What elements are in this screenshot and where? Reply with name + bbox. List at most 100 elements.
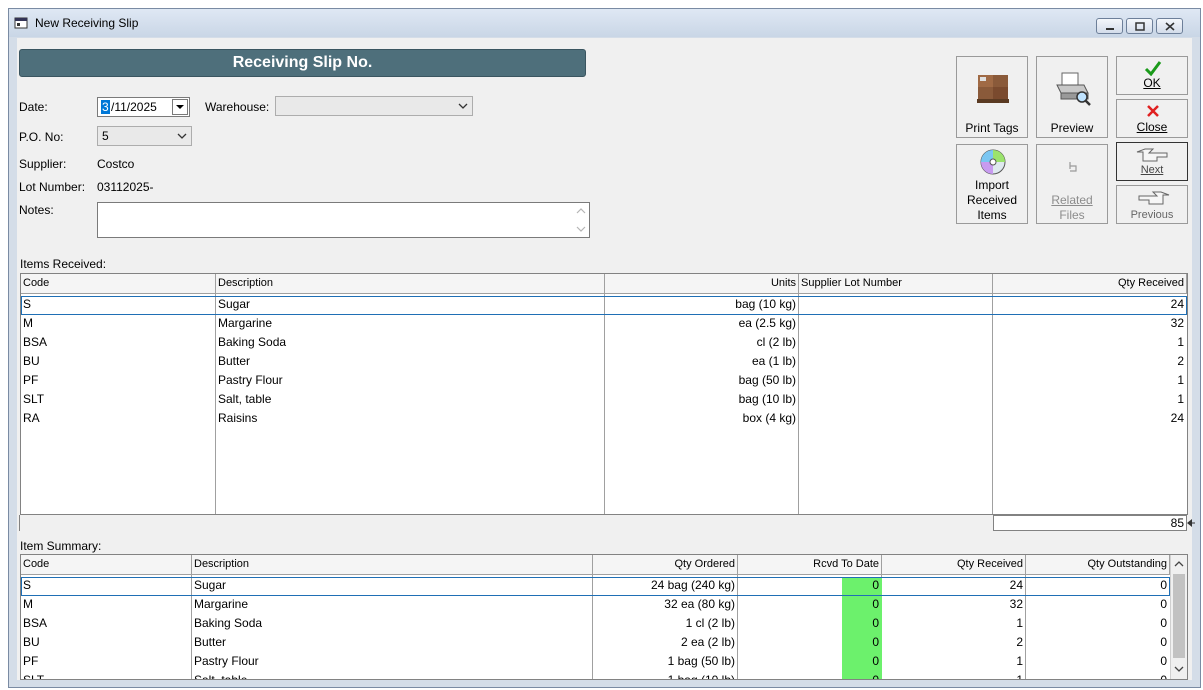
po-select[interactable]: 5 <box>97 126 192 146</box>
maximize-icon <box>1135 22 1145 31</box>
cell-code: S <box>23 297 32 311</box>
column-header-description[interactable]: Description <box>192 555 593 575</box>
cell-rcvd-to-date: 0 <box>872 654 879 668</box>
cell-description: Margarine <box>194 597 249 611</box>
warehouse-select[interactable] <box>275 96 473 116</box>
date-dropdown-button[interactable] <box>172 99 188 115</box>
cell-supplier-lot <box>799 390 992 409</box>
import-label-3: Items <box>977 208 1007 222</box>
cell-qty-ordered: 2 ea (2 lb) <box>680 635 735 649</box>
items-received-label: Items Received: <box>20 257 107 271</box>
item-summary-table[interactable]: Code Description Qty Ordered Rcvd To Dat… <box>20 554 1188 680</box>
cell-qty-received: 1 <box>1016 616 1023 630</box>
column-header-qty-ordered[interactable]: Qty Ordered <box>593 555 738 575</box>
lot-number-value: 03112025- <box>97 180 154 194</box>
cell-units: ea (1 lb) <box>751 354 796 368</box>
chevron-down-icon <box>177 133 187 139</box>
notes-label: Notes: <box>19 203 54 217</box>
print-tags-button[interactable]: Print Tags <box>956 56 1028 138</box>
previous-button[interactable]: Previous <box>1116 185 1188 224</box>
cell-qty-outstanding: 0 <box>1160 597 1167 611</box>
cell-rcvd-to-date: 0 <box>872 578 879 592</box>
cell-qty-outstanding: 0 <box>1160 616 1167 630</box>
column-header-rcvd-to-date[interactable]: Rcvd To Date <box>738 555 882 575</box>
supplier-label: Supplier: <box>19 157 67 171</box>
cell-description: Margarine <box>218 316 273 330</box>
import-label-1: Import <box>974 178 1009 192</box>
cell-qty-ordered: 24 bag (240 kg) <box>650 578 735 592</box>
po-label: P.O. No: <box>19 130 64 144</box>
column-header-supplier-lot[interactable]: Supplier Lot Number <box>799 274 993 294</box>
window-title: New Receiving Slip <box>35 16 139 30</box>
next-button[interactable]: Next <box>1116 142 1188 181</box>
hand-left-icon <box>1138 191 1170 205</box>
print-preview-icon <box>1056 72 1091 106</box>
column-header-qty-received[interactable]: Qty Received <box>882 555 1026 575</box>
cell-qty-received: 2 <box>1016 635 1023 649</box>
date-rest: /11/2025 <box>111 100 157 114</box>
cell-code: BSA <box>23 335 48 349</box>
chevron-down-icon <box>176 105 184 109</box>
date-picker[interactable]: 3 /11/2025 <box>97 97 190 117</box>
column-header-qty-outstanding[interactable]: Qty Outstanding <box>1026 555 1170 575</box>
cell-code: BU <box>23 635 40 649</box>
ok-label: OK <box>1143 76 1161 90</box>
receiving-slip-window: New Receiving Slip Receiving Slip No. Da… <box>8 8 1201 688</box>
warehouse-label: Warehouse: <box>205 100 270 114</box>
cell-supplier-lot <box>799 409 992 428</box>
cell-qty-outstanding: 0 <box>1160 654 1167 668</box>
date-selected-part[interactable]: 3 <box>101 100 110 114</box>
cell-description: Sugar <box>218 297 251 311</box>
cell-description: Salt, table <box>194 673 248 680</box>
chevron-down-icon <box>458 103 468 109</box>
cd-disc-icon <box>980 149 1006 175</box>
cell-code: PF <box>23 654 39 668</box>
cell-qty-received: 1 <box>1177 392 1184 406</box>
import-received-items-button[interactable]: Import Received Items <box>956 144 1028 224</box>
cell-description: Baking Soda <box>218 335 287 349</box>
cell-code: SLT <box>23 673 45 680</box>
column-header-code[interactable]: Code <box>21 555 192 575</box>
column-header-qty-received[interactable]: Qty Received <box>993 274 1187 294</box>
cell-qty-received: 24 <box>1009 578 1023 592</box>
print-tags-label: Print Tags <box>965 121 1019 135</box>
cell-qty-ordered: 32 ea (80 kg) <box>664 597 735 611</box>
cell-qty-ordered: 1 cl (2 lb) <box>685 616 735 630</box>
chevron-up-icon[interactable] <box>1174 560 1184 568</box>
column-header-description[interactable]: Description <box>216 274 605 294</box>
scrollbar-thumb[interactable] <box>1173 574 1185 658</box>
items-received-table[interactable]: Code Description Units Supplier Lot Numb… <box>20 273 1188 515</box>
cell-units: bag (10 lb) <box>738 392 796 406</box>
window-close-button[interactable] <box>1156 18 1183 34</box>
chevron-down-icon[interactable] <box>1174 665 1184 673</box>
related-files-button[interactable]: Related Files <box>1036 144 1108 224</box>
item-summary-scrollbar[interactable] <box>1170 555 1187 679</box>
cell-qty-received: 1 <box>1177 335 1184 349</box>
cell-qty-received: 1 <box>1177 373 1184 387</box>
top-strip <box>0 0 1203 8</box>
cell-qty-received: 1 <box>1016 673 1023 680</box>
notes-textarea[interactable] <box>97 202 590 238</box>
cell-code: M <box>23 316 33 330</box>
minimize-button[interactable] <box>1096 18 1123 34</box>
column-header-code[interactable]: Code <box>21 274 216 294</box>
related-label-1: Related <box>1051 193 1093 207</box>
cell-units: bag (50 lb) <box>738 373 796 387</box>
hand-right-icon <box>1136 148 1168 162</box>
title-bar: New Receiving Slip <box>9 9 1200 37</box>
column-header-units[interactable]: Units <box>605 274 799 294</box>
cell-units: ea (2.5 kg) <box>738 316 796 330</box>
close-button[interactable]: Close <box>1116 99 1188 138</box>
supplier-value: Costco <box>97 157 135 171</box>
splitter-arrow-icon <box>1187 519 1195 527</box>
maximize-button[interactable] <box>1126 18 1153 34</box>
preview-button[interactable]: Preview <box>1036 56 1108 138</box>
ok-button[interactable]: OK <box>1116 56 1188 95</box>
cell-rcvd-to-date: 0 <box>872 635 879 649</box>
cell-rcvd-to-date: 0 <box>872 597 879 611</box>
cell-supplier-lot <box>799 371 992 390</box>
cell-qty-outstanding: 0 <box>1160 673 1167 680</box>
notes-scrollbar[interactable] <box>573 203 589 237</box>
items-received-footer <box>19 515 993 531</box>
close-label: Close <box>1117 120 1187 135</box>
